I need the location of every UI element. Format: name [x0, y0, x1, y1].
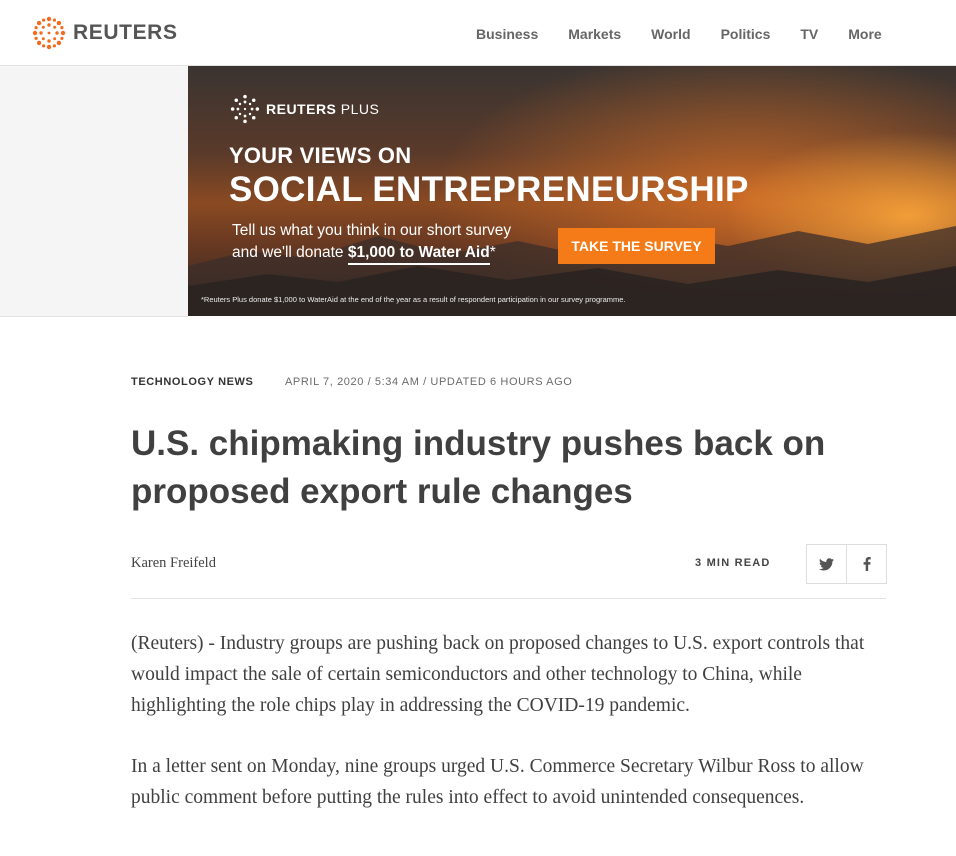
logo-text: REUTERS [73, 21, 178, 44]
nav-markets[interactable]: Markets [568, 26, 621, 42]
article-meta: TECHNOLOGY NEWS APRIL 7, 2020 / 5:34 AM … [131, 376, 572, 388]
byline-row: Karen Freifeld 3 MIN READ [131, 544, 887, 599]
twitter-share-button[interactable] [807, 545, 846, 583]
nav-world[interactable]: World [651, 26, 690, 42]
author-name[interactable]: Karen Freifeld [131, 555, 216, 572]
ad-copy-line1: Tell us what you think in our short surv… [232, 222, 512, 239]
ad-copy-line2: and we'll donate $1,000 to Water Aid* [232, 242, 511, 265]
article-paragraph: (Reuters) - Industry groups are pushing … [131, 633, 865, 716]
twitter-icon [819, 557, 834, 570]
article-headline: U.S. chipmaking industry pushes back on … [131, 424, 826, 511]
article-date: APRIL 7, 2020 / 5:34 AM / UPDATED 6 HOUR… [285, 376, 573, 388]
take-survey-button[interactable]: TAKE THE SURVEY [558, 228, 715, 264]
ad-headline-large: SOCIAL ENTREPRENEURSHIP [229, 170, 749, 209]
nav-more[interactable]: More [848, 26, 881, 42]
site-header: REUTERS Business Markets World Politics … [0, 4, 956, 66]
reuters-logo-icon [32, 16, 66, 50]
section-label[interactable]: TECHNOLOGY NEWS [131, 376, 253, 388]
nav-tv[interactable]: TV [800, 26, 818, 42]
ad-logo-text: REUTERS PLUS [266, 101, 380, 117]
nav-business[interactable]: Business [476, 26, 538, 42]
facebook-icon [863, 557, 871, 571]
facebook-share-button[interactable] [846, 545, 886, 583]
main-nav: Business Markets World Politics TV More [476, 26, 912, 42]
reuters-logo[interactable]: REUTERS [32, 16, 178, 50]
ad-footnote: *Reuters Plus donate $1,000 to WaterAid … [201, 295, 626, 304]
ad-copy: Tell us what you think in our short surv… [232, 220, 512, 265]
nav-politics[interactable]: Politics [721, 26, 771, 42]
share-buttons [806, 544, 887, 584]
ad-headline-small: YOUR VIEWS ON [229, 143, 412, 168]
ad-left-gutter [0, 66, 188, 317]
article-paragraph: In a letter sent on Monday, nine groups … [131, 756, 864, 808]
read-time: 3 MIN READ [695, 557, 771, 569]
ad-logo: REUTERS PLUS [230, 94, 379, 124]
ad-copy-highlight: $1,000 to Water Aid [347, 244, 490, 265]
reuters-plus-logo-icon [230, 94, 260, 124]
ad-banner[interactable]: REUTERS PLUS YOUR VIEWS ON SOCIAL ENTREP… [188, 66, 956, 316]
